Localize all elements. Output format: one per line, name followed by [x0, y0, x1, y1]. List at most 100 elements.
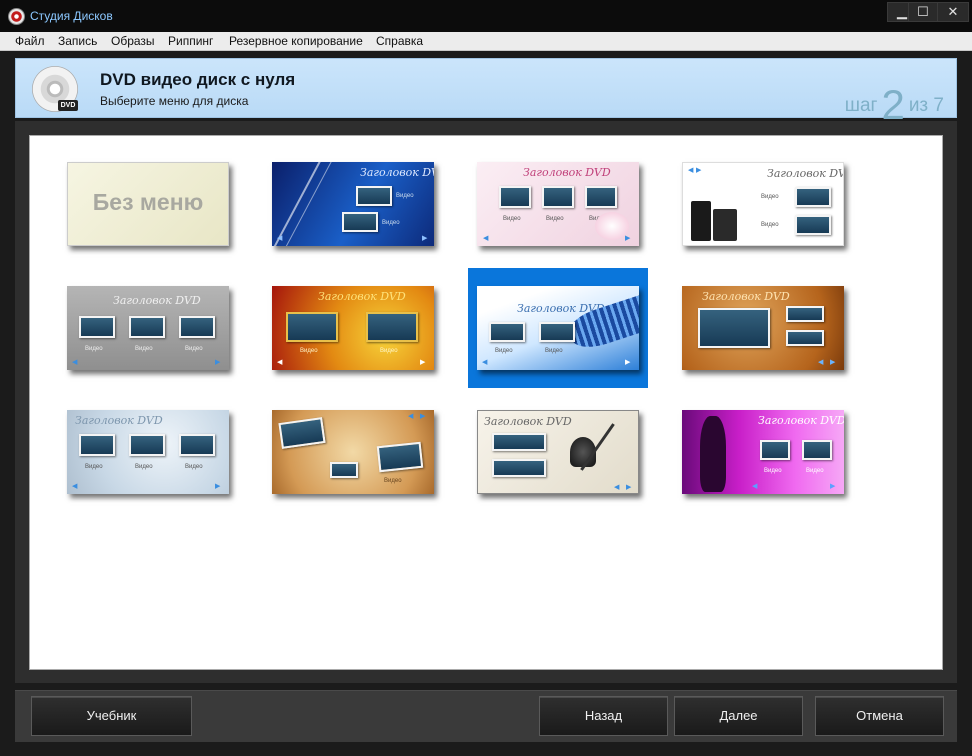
template-pink-flowers[interactable]: Заголовок DVD Видео Видео Видео ◀ ▶ — [477, 162, 639, 246]
app-disc-icon — [8, 8, 25, 25]
menu-ripping[interactable]: Риппинг — [168, 34, 213, 48]
step-prefix: шаг — [844, 95, 878, 116]
menu-template-grid: Без меню Заголовок DVD Видео Видео ◀ ▶ З… — [29, 135, 943, 670]
video-caption: Видео — [300, 348, 318, 354]
video-caption: Видео — [545, 348, 563, 354]
video-frame — [795, 187, 831, 207]
video-caption: Видео — [185, 464, 203, 470]
dancer-silhouette — [700, 416, 726, 492]
prev-arrow-icon: ◀ — [818, 359, 824, 366]
wizard-header: DVD DVD видео диск с нуля Выберите меню … — [15, 58, 957, 128]
prev-arrow-icon: ◀ — [614, 484, 620, 491]
template-speakers[interactable]: Заголовок DVD Видео Видео ◀ ▶ — [682, 162, 844, 246]
next-arrow-icon: ▶ — [422, 235, 428, 242]
video-frame — [539, 322, 575, 342]
flower-decoration — [595, 212, 629, 240]
menu-backup[interactable]: Резервное копирование — [229, 34, 363, 48]
next-arrow-icon: ▶ — [625, 235, 631, 242]
video-caption: Видео — [384, 478, 402, 484]
video-frame — [129, 434, 165, 456]
video-frame — [278, 417, 326, 449]
menu-images[interactable]: Образы — [111, 34, 155, 48]
template-heading: Заголовок DVD — [523, 166, 611, 179]
template-heading: Заголовок DVD — [360, 166, 434, 179]
template-brown[interactable]: Заголовок DVD ◀ ▶ — [682, 286, 844, 370]
video-caption: Видео — [85, 346, 103, 352]
video-frame — [499, 186, 531, 208]
next-arrow-icon: ▶ — [420, 413, 426, 420]
video-caption: Видео — [185, 346, 203, 352]
template-heading: Заголовок DVD — [767, 167, 843, 180]
video-frame — [760, 440, 790, 460]
video-frame — [376, 441, 424, 473]
video-caption: Видео — [380, 348, 398, 354]
video-caption: Видео — [761, 194, 779, 200]
speaker-icon — [691, 201, 711, 241]
video-frame — [786, 306, 824, 322]
template-light-blue[interactable]: Заголовок DVD Видео Видео Видео ◀ ▶ — [67, 410, 229, 494]
menu-file[interactable]: Файл — [15, 34, 45, 48]
template-orange-sparkle[interactable]: Заголовок DVD Видео Видео ◀ ▶ — [272, 286, 434, 370]
video-frame — [786, 330, 824, 346]
video-frame — [330, 462, 358, 478]
prev-arrow-icon: ◀ — [72, 359, 78, 366]
maximize-button[interactable]: ☐ — [908, 2, 938, 22]
dvd-badge: DVD — [58, 100, 78, 111]
prev-arrow-icon: ◀ — [408, 413, 414, 420]
video-caption: Видео — [764, 468, 782, 474]
close-button[interactable]: ✕ — [937, 2, 969, 22]
video-frame — [79, 316, 115, 338]
video-frame — [179, 434, 215, 456]
menu-record[interactable]: Запись — [58, 34, 97, 48]
cancel-button[interactable]: Отмена — [815, 696, 944, 736]
tutorial-button[interactable]: Учебник — [31, 696, 192, 736]
step-mid: из — [908, 95, 929, 116]
prev-arrow-icon: ◀ — [277, 359, 283, 366]
template-vintage[interactable]: Видео ◀ ▶ — [272, 410, 434, 494]
video-frame — [179, 316, 215, 338]
next-arrow-icon: ▶ — [215, 359, 221, 366]
wizard-title: DVD видео диск с нуля — [100, 70, 296, 89]
video-frame — [342, 212, 378, 232]
prev-arrow-icon: ◀ — [752, 483, 758, 490]
video-caption: Видео — [135, 346, 153, 352]
template-sketch[interactable]: Заголовок DVD ◀ ▶ — [477, 410, 639, 494]
video-caption: Видео — [495, 348, 513, 354]
video-caption: Видео — [761, 222, 779, 228]
template-blue-lines[interactable]: Заголовок DVD Видео Видео ◀ ▶ — [272, 162, 434, 246]
menu-help[interactable]: Справка — [376, 34, 423, 48]
speaker-icon — [713, 209, 737, 241]
video-frame — [366, 312, 418, 342]
template-heading: Заголовок DVD — [702, 290, 790, 303]
video-frame — [795, 215, 831, 235]
prev-arrow-icon: ◀ — [72, 483, 78, 490]
video-caption: Видео — [382, 220, 400, 226]
video-caption: Видео — [135, 464, 153, 470]
video-frame — [79, 434, 115, 456]
next-arrow-icon: ▶ — [215, 483, 221, 490]
video-caption: Видео — [396, 193, 414, 199]
template-pink-dancer[interactable]: Заголовок DVD Видео Видео ◀ ▶ — [682, 410, 844, 494]
video-frame — [492, 433, 546, 451]
menu-bar: Файл Запись Образы Риппинг Резервное коп… — [0, 32, 972, 51]
video-caption: Видео — [85, 464, 103, 470]
video-frame — [542, 186, 574, 208]
next-arrow-icon: ▶ — [696, 167, 702, 174]
video-frame — [356, 186, 392, 206]
prev-arrow-icon: ◀ — [483, 235, 489, 242]
video-frame — [489, 322, 525, 342]
back-button[interactable]: Назад — [539, 696, 668, 736]
template-film-strip[interactable]: Заголовок DVD Видео Видео ◀ ▶ — [477, 286, 639, 370]
prev-arrow-icon: ◀ — [277, 235, 283, 242]
video-frame — [492, 459, 546, 477]
video-caption: Видео — [546, 216, 564, 222]
next-arrow-icon: ▶ — [625, 359, 631, 366]
app-title: Студия Дисков — [30, 9, 113, 23]
template-gray[interactable]: Заголовок DVD Видео Видео Видео ◀ ▶ — [67, 286, 229, 370]
step-indicator: шаг2 из 7 — [844, 73, 944, 128]
video-frame — [129, 316, 165, 338]
next-arrow-icon: ▶ — [626, 484, 632, 491]
next-button[interactable]: Далее — [674, 696, 803, 736]
video-caption: Видео — [503, 216, 521, 222]
template-no-menu[interactable]: Без меню — [67, 162, 229, 246]
